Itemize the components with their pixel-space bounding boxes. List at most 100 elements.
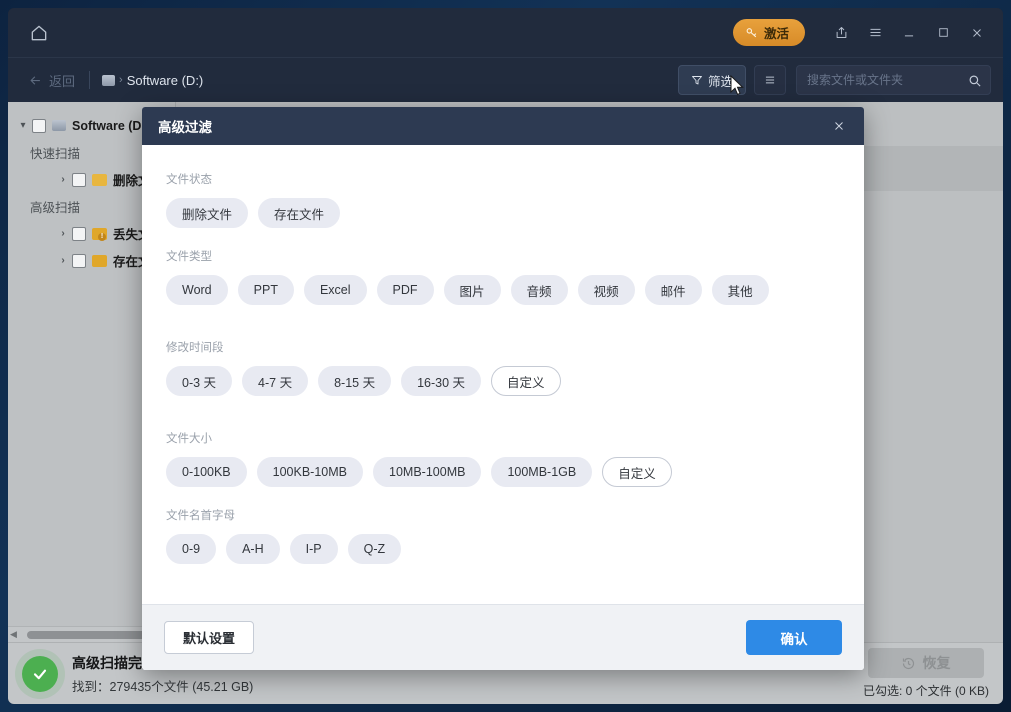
dialog-footer: 默认设置 确认 <box>142 604 864 670</box>
filter-pill-100kb-10mb[interactable]: 100KB-10MB <box>257 457 363 487</box>
filter-pill-image[interactable]: 图片 <box>444 275 501 305</box>
close-icon[interactable] <box>826 113 852 139</box>
pill-group-modified-time: 0-3 天 4-7 天 8-15 天 16-30 天 自定义 <box>166 366 840 396</box>
tree-group-label: 高级扫描 <box>30 197 80 216</box>
found-value: 279435个文件 (45.21 GB) <box>110 680 254 694</box>
folder-icon <box>92 255 107 267</box>
scroll-left-icon[interactable]: ◀ <box>10 629 17 640</box>
dialog-header: 高级过滤 <box>142 107 864 145</box>
maximize-icon[interactable] <box>927 17 959 49</box>
tree-checkbox[interactable] <box>72 173 86 187</box>
chevron-right-icon[interactable]: › <box>56 255 70 266</box>
pill-group-file-size: 0-100KB 100KB-10MB 10MB-100MB 100MB-1GB … <box>166 457 840 487</box>
section-file-size: 文件大小 0-100KB 100KB-10MB 10MB-100MB 100MB… <box>166 430 840 487</box>
pill-group-file-status: 删除文件 存在文件 <box>166 198 840 228</box>
filter-pill-audio[interactable]: 音频 <box>511 275 568 305</box>
filter-pill-existing-files[interactable]: 存在文件 <box>258 198 340 228</box>
filter-pill-4-7-days[interactable]: 4-7 天 <box>242 366 308 396</box>
section-label: 文件状态 <box>166 171 840 187</box>
navigation-toolbar: 返回 › Software (D:) 筛选 <box>8 57 1003 102</box>
back-label: 返回 <box>49 71 75 90</box>
filter-pill-other[interactable]: 其他 <box>712 275 769 305</box>
list-view-icon[interactable] <box>754 65 786 95</box>
title-bar: 激活 <box>8 8 1003 57</box>
pill-group-file-type: Word PPT Excel PDF 图片 音频 视频 邮件 其他 <box>166 275 840 305</box>
dialog-title: 高级过滤 <box>158 116 212 136</box>
tree-item-label: Software (D:) <box>72 119 150 133</box>
section-filename-initial: 文件名首字母 0-9 A-H I-P Q-Z <box>166 507 840 564</box>
funnel-icon <box>691 74 703 86</box>
section-modified-time: 修改时间段 0-3 天 4-7 天 8-15 天 16-30 天 自定义 <box>166 339 840 396</box>
hard-drive-icon <box>52 120 66 131</box>
filter-pill-custom-time[interactable]: 自定义 <box>491 366 561 396</box>
breadcrumb[interactable]: › Software (D:) <box>102 73 203 88</box>
filter-pill-0-3-days[interactable]: 0-3 天 <box>166 366 232 396</box>
scrollbar-thumb[interactable] <box>27 631 155 639</box>
section-label: 文件大小 <box>166 430 840 446</box>
home-icon[interactable] <box>22 16 56 50</box>
filter-pill-0-100kb[interactable]: 0-100KB <box>166 457 247 487</box>
filter-pill-a-h[interactable]: A-H <box>226 534 280 564</box>
recover-label: 恢复 <box>922 653 950 673</box>
tree-checkbox[interactable] <box>32 119 46 133</box>
search-box[interactable] <box>796 65 991 95</box>
section-label: 修改时间段 <box>166 339 840 355</box>
recover-button[interactable]: 恢复 <box>868 648 984 678</box>
hamburger-icon[interactable] <box>859 17 891 49</box>
section-file-type: 文件类型 Word PPT Excel PDF 图片 音频 视频 邮件 其他 <box>166 248 840 305</box>
toolbar-divider <box>89 71 90 89</box>
filter-pill-custom-size[interactable]: 自定义 <box>602 457 672 487</box>
activate-button[interactable]: 激活 <box>733 19 805 46</box>
chevron-right-icon[interactable]: › <box>56 174 70 185</box>
hard-drive-icon <box>102 75 115 86</box>
filter-pill-q-z[interactable]: Q-Z <box>348 534 402 564</box>
filter-button[interactable]: 筛选 <box>678 65 746 95</box>
minimize-icon[interactable] <box>893 17 925 49</box>
default-settings-button[interactable]: 默认设置 <box>164 621 254 654</box>
application-window: 激活 <box>8 8 1003 704</box>
tree-group-label: 快速扫描 <box>30 143 80 162</box>
pill-group-filename-initial: 0-9 A-H I-P Q-Z <box>166 534 840 564</box>
filter-pill-100mb-1gb[interactable]: 100MB-1GB <box>491 457 592 487</box>
filter-pill-deleted-files[interactable]: 删除文件 <box>166 198 248 228</box>
scan-result-summary: 找到：279435个文件 (45.21 GB) <box>72 676 253 695</box>
filter-pill-0-9[interactable]: 0-9 <box>166 534 216 564</box>
status-actions: 恢复 已勾选: 0 个文件 (0 KB) <box>863 648 989 699</box>
filter-pill-10mb-100mb[interactable]: 10MB-100MB <box>373 457 481 487</box>
activate-label: 激活 <box>764 23 789 42</box>
folder-warning-icon <box>92 228 107 240</box>
filter-pill-16-30-days[interactable]: 16-30 天 <box>401 366 481 396</box>
folder-minus-icon <box>92 174 107 186</box>
filter-label: 筛选 <box>708 71 733 90</box>
tree-checkbox[interactable] <box>72 254 86 268</box>
close-icon[interactable] <box>961 17 993 49</box>
check-circle-icon <box>22 656 58 692</box>
modal-overlay: 高级过滤 文件状态 删除文件 存在文件 文件类型 <box>8 8 1003 704</box>
chevron-right-icon[interactable]: › <box>56 228 70 239</box>
arrow-left-icon <box>28 73 43 88</box>
confirm-button[interactable]: 确认 <box>746 620 842 655</box>
filter-pill-email[interactable]: 邮件 <box>645 275 702 305</box>
back-button[interactable]: 返回 <box>22 67 81 94</box>
filter-pill-video[interactable]: 视频 <box>578 275 635 305</box>
share-icon[interactable] <box>825 17 857 49</box>
found-label: 找到： <box>72 680 110 694</box>
breadcrumb-path: Software (D:) <box>127 73 204 88</box>
filter-pill-i-p[interactable]: I-P <box>290 534 338 564</box>
key-icon <box>745 26 758 39</box>
filter-pill-8-15-days[interactable]: 8-15 天 <box>318 366 391 396</box>
search-icon[interactable] <box>967 73 982 88</box>
dialog-body: 文件状态 删除文件 存在文件 文件类型 Word PPT Excel PDF 图… <box>142 145 864 604</box>
filter-pill-word[interactable]: Word <box>166 275 228 305</box>
selected-files-info: 已勾选: 0 个文件 (0 KB) <box>863 682 989 699</box>
advanced-filter-dialog: 高级过滤 文件状态 删除文件 存在文件 文件类型 <box>142 107 864 670</box>
search-input[interactable] <box>807 73 967 87</box>
filter-pill-ppt[interactable]: PPT <box>238 275 294 305</box>
filter-pill-excel[interactable]: Excel <box>304 275 367 305</box>
breadcrumb-separator: › <box>119 74 123 86</box>
tree-checkbox[interactable] <box>72 227 86 241</box>
section-label: 文件类型 <box>166 248 840 264</box>
section-file-status: 文件状态 删除文件 存在文件 <box>166 171 840 228</box>
chevron-down-icon[interactable]: ▾ <box>16 120 30 131</box>
filter-pill-pdf[interactable]: PDF <box>377 275 434 305</box>
